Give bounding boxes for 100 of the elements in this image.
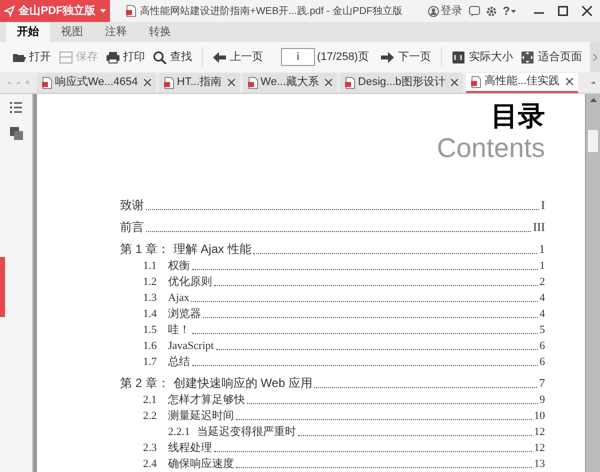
- pdf-file-icon: [345, 76, 356, 88]
- toc-page-number: 4: [540, 290, 545, 306]
- toc-number: 2.3: [143, 440, 158, 456]
- close-icon: [228, 79, 235, 86]
- pdf-file-icon: [248, 76, 258, 88]
- printer-icon: [106, 50, 120, 64]
- previous-page-button[interactable]: 上一页: [209, 45, 267, 69]
- ribbon-tab[interactable]: 转换: [138, 22, 182, 42]
- search-icon: [153, 50, 167, 64]
- page-heading: 目录: [491, 100, 545, 132]
- caret-icon: [511, 10, 516, 12]
- toc-title[interactable]: 怎样才算足够快: [168, 392, 245, 408]
- toc-title[interactable]: 理解 Ajax 性能: [173, 240, 252, 258]
- document-tab[interactable]: We...藏大系: [242, 72, 338, 92]
- chevron-up-icon: [590, 98, 596, 102]
- toc-number: 1.3: [143, 290, 158, 306]
- toc-title[interactable]: JavaScript: [168, 338, 214, 354]
- toolbar-button[interactable]: 打印: [102, 45, 149, 69]
- toc-page-number: 5: [540, 322, 545, 338]
- toc-page-number: 6: [540, 354, 545, 370]
- document-tab[interactable]: Desig...b图形设计: [340, 72, 464, 92]
- login-button[interactable]: 登录: [428, 2, 463, 20]
- toc-number: 第 2 章：: [120, 375, 170, 392]
- user-icon: [428, 6, 439, 16]
- one-to-one-icon: [452, 50, 465, 64]
- toc-page-number: 13: [534, 456, 545, 472]
- document-tab[interactable]: HT...指南: [158, 72, 240, 92]
- close-icon: [451, 79, 458, 86]
- toc-page-number: 2: [540, 274, 545, 290]
- toc-page-number: 10: [534, 408, 545, 424]
- toc-title[interactable]: 当延迟变得很严重时: [197, 424, 296, 440]
- toc-number: 2.4: [143, 456, 158, 472]
- toc-number: 1.6: [143, 338, 158, 354]
- toc-number: 1.2: [143, 274, 158, 290]
- view-button[interactable]: 实际大小: [448, 45, 517, 69]
- document-tab[interactable]: 高性能...佳实践: [466, 72, 578, 92]
- list-icon: [10, 102, 22, 113]
- scrollbar-thumb[interactable]: [588, 130, 598, 152]
- toc-number: 2.2: [143, 408, 158, 424]
- toc-title[interactable]: 总结: [168, 354, 190, 370]
- toc-title[interactable]: 权衡: [168, 258, 190, 274]
- right-arrow-icon: [380, 52, 394, 62]
- panel-toggle-handle[interactable]: [0, 257, 5, 317]
- ribbon-tab[interactable]: 视图: [50, 22, 94, 42]
- help-button[interactable]: ?: [502, 2, 516, 20]
- pages-icon: [10, 127, 22, 140]
- toolbar-button[interactable]: 打开: [8, 45, 55, 69]
- pdf-file-icon: [164, 76, 174, 88]
- toc-page-number: 1: [540, 258, 545, 274]
- toc-title[interactable]: 测量延迟时间: [168, 408, 234, 424]
- chat-icon: [468, 6, 480, 16]
- toc-number: 2.2.1: [168, 424, 191, 440]
- toc-title[interactable]: 致谢: [120, 196, 144, 214]
- toc-title[interactable]: 确保响应速度: [168, 456, 234, 472]
- maximize-icon: [558, 6, 568, 16]
- pdf-file-icon: [471, 76, 482, 88]
- save-icon: [59, 50, 73, 64]
- toc-title[interactable]: 哇！: [168, 322, 190, 338]
- toc-title[interactable]: 优化原则: [168, 274, 212, 290]
- close-icon: [566, 78, 573, 85]
- left-arrow-icon: [213, 52, 226, 62]
- fit-page-icon: [520, 50, 534, 64]
- window-title: 高性能网站建设进阶指南+WEB开...践.pdf - 金山PDF独立版: [140, 4, 403, 18]
- ribbon-tab[interactable]: 开始: [6, 22, 50, 42]
- toc-number: 1.4: [143, 306, 158, 322]
- chevron-right-icon: [593, 54, 597, 60]
- close-icon: [144, 79, 151, 86]
- toc-page-number: I: [541, 197, 545, 214]
- toc-title[interactable]: 线程处理: [168, 440, 212, 456]
- app-menu-button[interactable]: 金山PDF独立版: [0, 0, 110, 22]
- close-icon: [325, 79, 332, 86]
- toc-number: 2.1: [143, 392, 158, 408]
- pdf-file-icon: [42, 76, 52, 88]
- page-subheading: Contents: [436, 132, 545, 164]
- toc-title[interactable]: 创建快速响应的 Web 应用: [173, 374, 312, 392]
- toc-number: 1.1: [143, 258, 158, 274]
- toc-page-number: 9: [540, 392, 545, 408]
- view-button[interactable]: 适合页面: [516, 45, 586, 69]
- toc-number: 第 1 章：: [120, 241, 170, 258]
- page-count: (17/258)页: [317, 50, 369, 65]
- scrollbar[interactable]: [586, 94, 600, 472]
- ribbon-tab[interactable]: 注释: [94, 22, 138, 42]
- next-page-button[interactable]: 下一页: [376, 45, 435, 69]
- toc-title[interactable]: 前言: [120, 218, 144, 236]
- toc-page-number: 4: [540, 306, 545, 322]
- toc-title[interactable]: 浏览器: [168, 306, 201, 322]
- scroll-right-button[interactable]: [590, 42, 600, 72]
- document-tab[interactable]: 响应式We...4654: [36, 72, 156, 92]
- toc-page-number: III: [533, 219, 545, 236]
- toc-number: 1.7: [143, 354, 158, 370]
- paper-plane-icon: [4, 5, 15, 17]
- toc-page-number: 6: [540, 338, 545, 354]
- toc-page-number: 7: [539, 375, 545, 392]
- toc-page-number: 12: [534, 440, 545, 456]
- close-icon: [582, 6, 592, 16]
- toc-page-number: 1: [539, 241, 545, 258]
- toc-title[interactable]: Ajax: [168, 290, 190, 306]
- toolbar-button[interactable]: 查找: [149, 45, 196, 69]
- caret-icon: [100, 9, 106, 13]
- page-number-field[interactable]: i: [281, 48, 315, 66]
